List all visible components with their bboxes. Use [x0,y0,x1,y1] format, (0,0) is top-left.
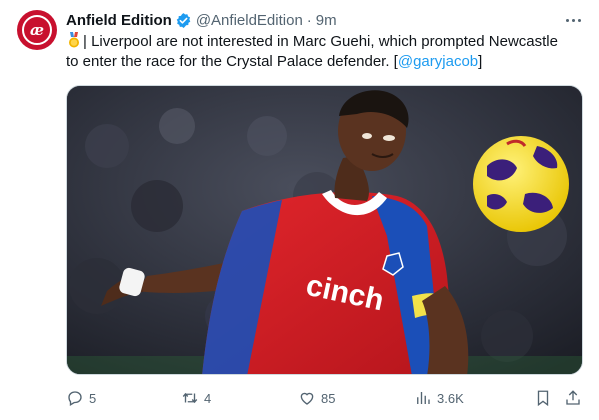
heart-icon [300,392,314,405]
reply-button[interactable]: 5 [66,388,96,408]
action-bar: 5 4 85 3.6K [66,388,586,408]
more-dot [577,18,581,22]
tweet-photo[interactable]: cinch [66,85,583,375]
view-count: 3.6K [437,390,464,406]
medal-icon [69,32,79,48]
display-name[interactable]: Anfield Edition [66,12,172,29]
bookmark-button[interactable] [534,388,552,408]
avatar[interactable]: æ [17,10,57,50]
tweet-line-1-text: | Liverpool are not interested in Marc G… [83,33,558,50]
share-button[interactable] [564,388,582,408]
tweet-header: Anfield Edition @AnfieldEdition · 9m [66,10,337,30]
separator: · [306,11,312,29]
views-button[interactable]: 3.6K [414,388,464,408]
share-icon [566,390,580,405]
photo-footballer: cinch [67,86,582,374]
reply-count: 5 [89,390,97,406]
tweet-line-2-text: to enter the race for the Crystal Palace… [66,53,398,70]
verified-badge-icon [176,12,191,28]
more-dot [565,18,569,22]
more-dot [571,18,575,22]
handle[interactable]: @AnfieldEdition [196,12,303,29]
tweet-text: | Liverpool are not interested in Marc G… [66,32,586,72]
repost-icon [182,392,198,404]
repost-count: 4 [204,390,212,406]
analytics-icon [417,392,430,404]
bookmark-icon [537,390,549,407]
timestamp[interactable]: 9m [316,12,337,29]
tweet-line-2-end: ] [478,53,483,70]
mention-link[interactable]: @garyjacob [398,53,478,70]
repost-button[interactable]: 4 [181,388,211,408]
tweet-line-1: | Liverpool are not interested in Marc G… [66,32,586,52]
avatar-logo: æ [22,15,52,45]
more-options-icon[interactable] [563,12,583,28]
like-count: 85 [321,390,336,406]
like-button[interactable]: 85 [298,388,335,408]
reply-icon [68,391,82,406]
tweet-line-2: to enter the race for the Crystal Palace… [66,52,586,72]
